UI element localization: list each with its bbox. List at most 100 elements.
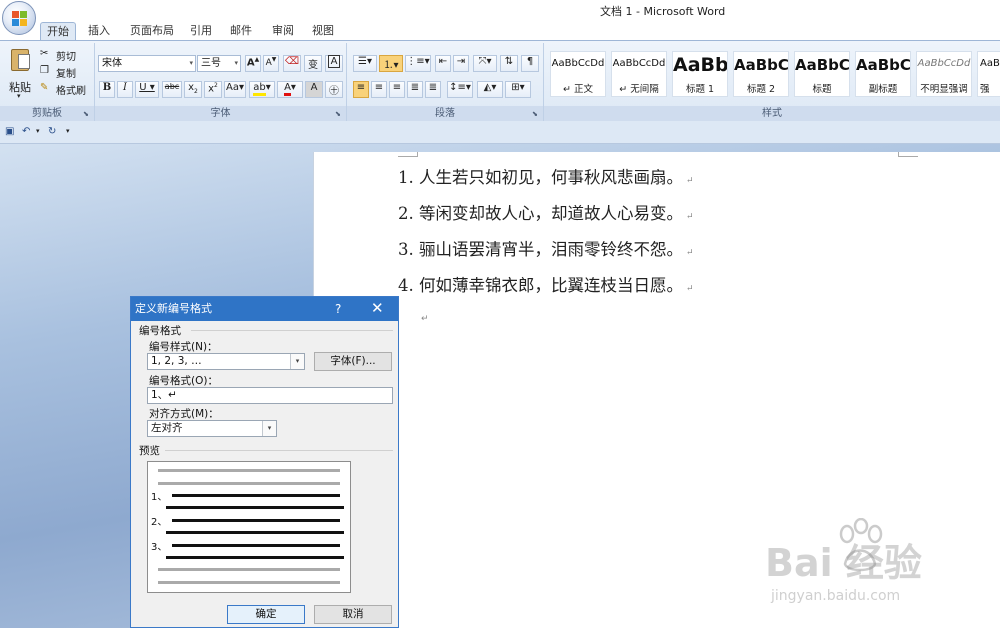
style-name: 强 [980,84,990,95]
define-number-format-dialog: 定义新编号格式 ? ✕ 编号格式 编号样式(N)： 1, 2, 3, … ▾ 字… [130,296,399,628]
copy-icon: ❐ [40,65,49,76]
ok-button[interactable]: 确定 [227,605,305,624]
numbering-button[interactable]: ⒈▾ [379,55,403,72]
alignment-select[interactable]: 左对齐 ▾ [147,420,277,437]
change-case-button[interactable]: Aa▾ [224,81,246,98]
paragraph-mark-icon: ↵ [421,314,429,324]
align-center-button[interactable]: ≡ [371,81,387,98]
highlighter-icon: ab [253,82,266,96]
dialog-launcher-icon[interactable]: ⬊ [532,110,541,119]
clear-format-button[interactable]: ⌫ [283,55,301,72]
format-painter-button[interactable]: ✎ 格式刷 [40,82,92,97]
multilevel-list-button[interactable]: ⋮≡▾ [405,55,431,72]
copy-button[interactable]: ❐ 复制 [40,65,90,80]
phonetic-guide-button[interactable]: 变 [304,55,322,72]
clipboard-group: 粘贴 ▾ ✂ 剪切 ❐ 复制 ✎ 格式刷 剪贴板 ⬊ [0,43,95,121]
borders-button[interactable]: ⊞▾ [505,81,531,98]
sort-button[interactable]: ⇅ [500,55,518,72]
dialog-launcher-icon[interactable]: ⬊ [83,110,92,119]
ribbon: 粘贴 ▾ ✂ 剪切 ❐ 复制 ✎ 格式刷 剪贴板 ⬊ 宋体 ▾ 三号 ▾ A▲ … [0,40,1000,122]
cancel-button[interactable]: 取消 [314,605,392,624]
undo-dropdown-icon[interactable]: ▾ [36,127,40,135]
paste-button[interactable]: 粘贴 ▾ [6,47,34,101]
sort-icon: ⇅ [504,56,514,67]
char-shading-button[interactable]: A [305,81,323,98]
save-icon[interactable]: ▣ [5,126,14,137]
cut-button[interactable]: ✂ 剪切 [40,48,90,63]
font-color-button[interactable]: A▾ [277,81,303,98]
paragraph-group: ☰▾ ⒈▾ ⋮≡▾ ⇤ ⇥ ⤧▾ ⇅ ¶ ≡ ≡ ≡ ≣ ≣ ↕≡▾ ◭▾ ⊞▾… [347,43,544,121]
tab-review[interactable]: 审阅 [268,22,298,40]
distributed-button[interactable]: ≣ [425,81,441,98]
increase-indent-button[interactable]: ⇥ [453,55,469,72]
customize-qat-icon[interactable]: ▾ [66,127,70,135]
enclose-char-button[interactable]: ㊉ [325,81,343,98]
close-icon[interactable]: ✕ [371,296,384,320]
help-icon[interactable]: ? [335,297,341,321]
shrink-font-button[interactable]: A▼ [263,55,279,72]
preview-line [166,506,344,509]
subscript-button[interactable]: x2 [184,81,202,98]
tab-page-layout[interactable]: 页面布局 [124,22,180,40]
redo-icon[interactable]: ↻ [48,126,56,137]
borders-icon: ⊞ [511,82,520,93]
chevron-down-icon: ▾ [290,354,304,369]
font-button[interactable]: 字体(F)... [314,352,392,371]
decrease-indent-button[interactable]: ⇤ [435,55,451,72]
number-format-input[interactable]: 1、↵ [147,387,393,404]
highlight-button[interactable]: ab▾ [249,81,275,98]
font-size-combo[interactable]: 三号 ▾ [197,55,241,72]
margin-corner-mark [398,152,418,157]
copy-label: 复制 [56,69,76,80]
undo-icon[interactable]: ↶ [22,126,30,137]
style-normal[interactable]: AaBbCcDd ↵ 正文 [550,51,606,97]
preview-line [158,581,340,584]
superscript-button[interactable]: x2 [204,81,222,98]
style-sample: AaBbC [795,56,849,74]
dialog-launcher-icon[interactable]: ⬊ [335,110,344,119]
underline-button[interactable]: U ▾ [135,81,159,98]
tab-insert[interactable]: 插入 [82,22,116,40]
bullet-list-icon: ☰ [358,56,367,67]
italic-button[interactable]: I [117,81,133,98]
bullets-button[interactable]: ☰▾ [353,55,377,72]
show-marks-button[interactable]: ¶ [521,55,539,72]
dialog-title: 定义新编号格式 [135,302,212,315]
style-subtle-emphasis[interactable]: AaBbCcDd 不明显强调 [916,51,972,97]
tab-view[interactable]: 视图 [308,22,338,40]
style-title[interactable]: AaBbC 标题 [794,51,850,97]
tab-home[interactable]: 开始 [40,22,76,40]
preview-line [172,544,340,547]
align-center-icon: ≡ [374,82,384,93]
tab-references[interactable]: 引用 [186,22,216,40]
dialog-title-bar[interactable]: 定义新编号格式 ? ✕ [131,297,398,321]
align-left-button[interactable]: ≡ [353,81,369,98]
style-heading-2[interactable]: AaBbC 标题 2 [733,51,789,97]
preview-label: 预览 [139,445,160,457]
office-button[interactable] [2,1,36,35]
styles-group: AaBbCcDd ↵ 正文 AaBbCcDd ↵ 无间隔 AaBb 标题 1 A… [544,43,1000,121]
align-left-icon: ≡ [356,82,366,93]
number-style-label: 编号样式(N)： [149,341,218,353]
style-subtitle[interactable]: AaBbC 副标题 [855,51,911,97]
font-name-combo[interactable]: 宋体 ▾ [98,55,196,72]
strikethrough-button[interactable]: abc [162,81,182,98]
number-style-select[interactable]: 1, 2, 3, … ▾ [147,353,305,370]
bold-button[interactable]: B [99,81,115,98]
line-spacing-button[interactable]: ↕≡▾ [447,81,473,98]
justify-button[interactable]: ≣ [407,81,423,98]
style-strong[interactable]: AaB 强 [977,51,1000,97]
shading-button[interactable]: ◭▾ [477,81,503,98]
alignment-label: 对齐方式(M)： [149,408,219,420]
grow-font-button[interactable]: A▲ [245,55,261,72]
preview-line [172,519,340,522]
style-no-spacing[interactable]: AaBbCcDd ↵ 无间隔 [611,51,667,97]
office-logo-icon [12,11,28,27]
align-right-button[interactable]: ≡ [389,81,405,98]
tab-mailings[interactable]: 邮件 [226,22,256,40]
chinese-layout-button[interactable]: ⤧▾ [473,55,497,72]
style-sample: AaBbC [856,56,910,74]
preview-line [158,568,340,571]
char-border-button[interactable]: A [325,55,343,72]
style-heading-1[interactable]: AaBb 标题 1 [672,51,728,97]
